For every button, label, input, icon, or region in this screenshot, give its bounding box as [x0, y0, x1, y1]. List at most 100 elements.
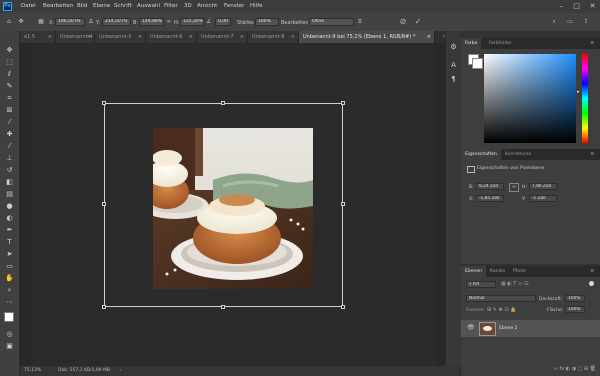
foreground-color-swatch[interactable] [4, 312, 14, 322]
x-position-field[interactable]: 196,50 Px [55, 18, 85, 26]
hand-tool-icon[interactable]: ✋ [4, 273, 15, 283]
brush-tool-icon[interactable]: ⁄ [4, 141, 15, 151]
warp-mode-icon[interactable]: ⧖ [356, 18, 364, 26]
home-icon[interactable]: ⌂ [5, 18, 13, 26]
width-field[interactable]: 9,24 Zoll [476, 183, 504, 190]
tab-unbenannt-9-active[interactable]: Unbenannt-9 bei 75,1% (Ebene 1, RGB/8#) … [299, 31, 435, 43]
paragraph-panel-icon[interactable]: ¶ [449, 75, 458, 84]
blur-tool-icon[interactable]: ● [4, 201, 15, 211]
move-tool-preset-icon[interactable]: ✥ [17, 18, 25, 26]
close-tab-icon[interactable]: × [138, 31, 142, 43]
chain-link-icon[interactable]: ∞ [165, 18, 173, 26]
tab-doc-e1[interactable]: e1.5 × [20, 31, 56, 43]
menu-ebene[interactable]: Ebene [93, 3, 110, 9]
rectangle-tool-icon[interactable]: ▭ [4, 261, 15, 271]
transform-handle-middle-right[interactable] [341, 202, 345, 206]
x-field[interactable]: -1,85 Zoll [476, 195, 504, 202]
type-tool-icon[interactable]: T [4, 237, 15, 247]
panel-menu-icon[interactable]: ≡ [586, 38, 598, 49]
close-window-icon[interactable]: ✕ [588, 2, 597, 11]
color-field[interactable] [484, 54, 576, 143]
tab-unbenannt-7[interactable]: Unbenannt-7 × [197, 31, 248, 43]
edit-toolbar-icon[interactable]: ⋯ [4, 297, 15, 307]
commit-transform-icon[interactable]: ✓ [414, 18, 422, 26]
zoom-level[interactable]: 75,13% [24, 368, 41, 373]
close-tab-icon[interactable]: × [189, 31, 193, 43]
frame-tool-icon[interactable]: ⊠ [4, 105, 15, 115]
transform-handle-top-left[interactable] [102, 101, 106, 105]
link-proportions-icon[interactable]: ∞ [509, 183, 519, 192]
layer-action-icons[interactable]: ∞ fx ◐ ◑ ▢ ⊞ 🗑 [554, 366, 596, 372]
tab-unbenannt-4[interactable]: Unbenannt-4 × [56, 31, 95, 43]
close-tab-icon[interactable]: × [87, 31, 91, 43]
transform-handle-bottom-center[interactable] [221, 305, 225, 309]
menu-bild[interactable]: Bild [77, 3, 87, 9]
transform-bounding-box[interactable] [102, 101, 345, 309]
photoshop-logo[interactable]: Ps [3, 2, 12, 11]
tab-kanaele[interactable]: Kanäle [486, 266, 509, 277]
background-color-chip[interactable] [472, 58, 483, 69]
menu-filter[interactable]: Filter [164, 3, 178, 9]
opacity-field[interactable]: 100% [565, 295, 585, 302]
menu-schrift[interactable]: Schrift [114, 3, 132, 9]
screen-mode-icon[interactable]: ▣ [4, 341, 15, 351]
history-brush-tool-icon[interactable]: ↺ [4, 165, 15, 175]
transform-handle-top-center[interactable] [221, 101, 225, 105]
path-selection-tool-icon[interactable]: ➤ [4, 249, 15, 259]
lasso-tool-icon[interactable]: ℓ [4, 69, 15, 79]
height-percent-field[interactable]: 125,30% [180, 18, 204, 26]
close-tab-icon[interactable]: × [291, 31, 295, 43]
eyedropper-tool-icon[interactable]: ⁄ [4, 117, 15, 127]
marquee-tool-icon[interactable]: ⬚ [4, 57, 15, 67]
close-tab-icon[interactable]: × [240, 31, 244, 43]
transform-handle-middle-left[interactable] [102, 202, 106, 206]
panel-menu-icon[interactable]: ≡ [586, 149, 598, 160]
y-field[interactable]: -1 Zoll [529, 195, 557, 202]
cancel-transform-icon[interactable]: ⊘ [399, 18, 407, 26]
tab-pfade[interactable]: Pfade [509, 266, 530, 277]
clone-stamp-tool-icon[interactable]: ⊥ [4, 153, 15, 163]
healing-brush-tool-icon[interactable]: ✚ [4, 129, 15, 139]
tab-ebenen[interactable]: Ebenen [461, 266, 486, 277]
tab-unbenannt-5[interactable]: Unbenannt-5 × [95, 31, 146, 43]
tab-unbenannt-8[interactable]: Unbenannt-8 × [248, 31, 299, 43]
workspace-icon[interactable]: ▭ [566, 18, 574, 26]
warp-select[interactable]: Ohne [309, 18, 354, 26]
tab-korrekturen[interactable]: Korrekturen [501, 149, 535, 160]
transform-handle-top-right[interactable] [341, 101, 345, 105]
move-tool-icon[interactable]: ✥ [4, 45, 15, 55]
rotate-icon[interactable]: ∠ [205, 18, 213, 26]
character-panel-icon[interactable]: A [449, 61, 458, 70]
menu-bearbeiten[interactable]: Bearbeiten [43, 3, 73, 9]
fill-field[interactable]: 100% [565, 306, 585, 313]
pen-tool-icon[interactable]: ✒ [4, 225, 15, 235]
visibility-eye-icon[interactable]: 👁 [467, 324, 475, 331]
menu-hilfe[interactable]: Hilfe [250, 3, 263, 9]
y-position-field[interactable]: 214,50 Px [102, 18, 131, 26]
crop-tool-icon[interactable]: ⌗ [4, 93, 15, 103]
dodge-tool-icon[interactable]: ◐ [4, 213, 15, 223]
hue-slider-thumb-icon[interactable]: ▸ [577, 89, 580, 95]
menu-3d[interactable]: 3D [184, 3, 192, 9]
minimize-icon[interactable]: – [557, 2, 566, 11]
zoom-tool-icon[interactable]: ⌕ [4, 285, 15, 295]
layer-filter-select[interactable]: ⌕ Art [466, 281, 496, 288]
transform-handle-bottom-left[interactable] [102, 305, 106, 309]
link-icon[interactable]: ∆ [87, 18, 95, 26]
transform-handle-bottom-right[interactable] [341, 305, 345, 309]
filter-icons[interactable]: ▦ ◐ T ▭ ⊡ [501, 281, 528, 287]
height-field[interactable]: 7,96 Zoll [529, 183, 557, 190]
tab-unbenannt-6[interactable]: Unbenannt-6 × [146, 31, 197, 43]
tab-farbe[interactable]: Farbe [461, 38, 482, 49]
width-percent-field[interactable]: 149,48% [139, 18, 164, 26]
layer-name[interactable]: Ebene 1 [499, 326, 517, 331]
lock-icons[interactable]: ⊞ ✎ ✥ ⊡ 🔒 [487, 307, 516, 313]
menu-fenster[interactable]: Fenster [224, 3, 244, 9]
layer-row[interactable]: 👁 Ebene 1 [461, 320, 600, 337]
menu-datei[interactable]: Datei [21, 3, 36, 9]
menu-ansicht[interactable]: Ansicht [197, 3, 217, 9]
quick-mask-icon[interactable]: ◎ [4, 329, 15, 339]
history-panel-icon[interactable]: ⚙ [449, 43, 458, 52]
filter-toggle-icon[interactable] [589, 281, 594, 286]
angle-field[interactable]: 0,00 [215, 18, 231, 26]
